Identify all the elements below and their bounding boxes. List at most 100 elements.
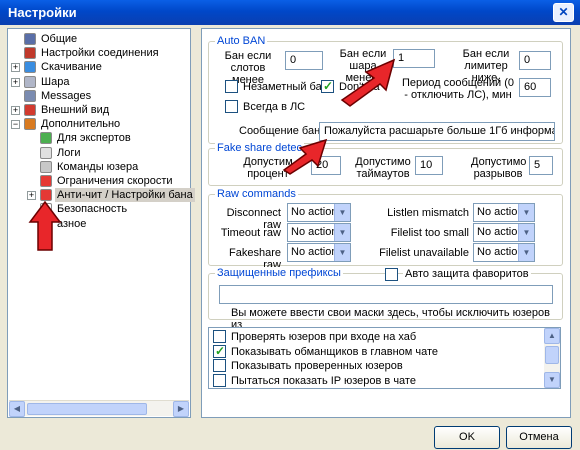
appearance-icon	[24, 104, 36, 116]
fake-ban-label: Незаметный бан	[243, 81, 328, 93]
always-pm-checkbox[interactable]	[225, 100, 238, 113]
raw-left-value: No action	[291, 246, 338, 258]
tree-item-label: Ограничения скорости	[57, 175, 173, 187]
fake-share-group: Fake share detec Допустим процент 20 Доп…	[208, 142, 563, 186]
raw-right-value: No action	[477, 246, 524, 258]
scroll-right-icon[interactable]: ▶	[173, 401, 189, 417]
scroll-thumb[interactable]	[27, 403, 147, 415]
tree-item-label: Скачивание	[41, 61, 102, 74]
raw-commands-title: Raw commands	[215, 188, 298, 201]
timeouts-field[interactable]: 10	[415, 156, 443, 175]
window-title: Настройки	[8, 5, 77, 20]
collapse-icon[interactable]: −	[11, 120, 20, 130]
option-label: Пытаться показать IP юзеров в чате	[231, 374, 416, 387]
slots-field[interactable]: 0	[285, 51, 323, 70]
messages-icon	[24, 89, 36, 102]
raw-left-value: No action	[291, 206, 338, 218]
ok-button[interactable]: OK	[434, 426, 500, 449]
tree-item-label: Команды юзера	[57, 160, 139, 173]
auto-protect-checkbox[interactable]	[385, 268, 398, 281]
option-label: Показывать обманщиков в главном чате	[231, 345, 439, 358]
auto-ban-title: Auto BAN	[215, 35, 268, 48]
gears-icon	[24, 33, 36, 45]
raw-left-select[interactable]: No action ▼	[287, 203, 351, 222]
raw-right-label: Filelist too small	[390, 227, 469, 239]
scroll-up-icon[interactable]: ▲	[544, 328, 560, 344]
tree-item-label: Для экспертов	[57, 132, 131, 145]
raw-right-select[interactable]: No action ▼	[473, 223, 535, 242]
prefixes-input[interactable]	[219, 285, 553, 304]
dropdown-arrow-icon[interactable]: ▼	[334, 244, 350, 261]
title-bar: Настройки ✕	[0, 0, 580, 25]
tree-item-label: Безопасность	[57, 203, 128, 216]
expand-icon[interactable]: +	[11, 63, 20, 73]
disconnects-label: Допустимо разрывов	[471, 156, 527, 180]
tree-horizontal-scrollbar[interactable]: ◀ ▶	[9, 400, 189, 417]
option-checkbox[interactable]	[213, 344, 226, 358]
red-arrow-tree-icon	[28, 200, 62, 251]
raw-left-value: No action	[291, 226, 338, 238]
raw-right-value: No action	[477, 226, 524, 238]
option-checkbox[interactable]	[213, 330, 226, 343]
dropdown-arrow-icon[interactable]: ▼	[334, 204, 350, 221]
scroll-left-icon[interactable]: ◀	[9, 401, 25, 417]
expand-icon[interactable]: +	[11, 77, 20, 87]
download-icon	[24, 61, 36, 74]
ban-message-field[interactable]: Пожалуйста расшарьте больше 1Гб информац…	[319, 122, 555, 141]
raw-right-value: No action	[477, 206, 524, 218]
timeouts-label: Допустимо таймаутов	[355, 156, 411, 180]
raw-right-select[interactable]: No action ▼	[473, 243, 535, 262]
raw-commands-group: Raw commands Disconnect raw No action ▼ Lis…	[208, 188, 563, 271]
share-field[interactable]: 1	[393, 49, 435, 68]
expand-icon[interactable]: +	[27, 191, 36, 201]
dropdown-arrow-icon[interactable]: ▼	[518, 204, 534, 221]
disconnects-field[interactable]: 5	[529, 156, 553, 175]
advanced-icon	[24, 118, 36, 131]
ban-message-label: Сообщение бана	[239, 125, 327, 137]
expand-icon[interactable]: +	[11, 106, 20, 115]
options-scroll-thumb[interactable]	[545, 346, 559, 364]
dropdown-arrow-icon[interactable]: ▼	[518, 224, 534, 241]
raw-left-select[interactable]: No action ▼	[287, 223, 351, 242]
options-list[interactable]: ▲ ▼ Проверять юзеров при входе на хаб Пок…	[208, 327, 561, 389]
tree-item-label: Настройки соединения	[41, 47, 159, 60]
tree-item-label: Общие	[41, 33, 78, 45]
tree-item-label: Messages	[41, 89, 92, 102]
close-button[interactable]: ✕	[553, 3, 574, 22]
tree-item-label: Дополнительно	[41, 118, 121, 131]
option-checkbox[interactable]	[213, 373, 226, 387]
raw-right-select[interactable]: No action ▼	[473, 203, 535, 222]
share-icon	[24, 75, 36, 88]
dont-ban-checkbox[interactable]	[321, 79, 334, 93]
options-scrollbar[interactable]: ▲ ▼	[544, 328, 560, 388]
red-arrow-fakeshare-icon	[282, 138, 328, 175]
period-label: Период сообщений (0 - отключить ЛС), мин	[401, 77, 515, 101]
user-commands-icon	[40, 160, 52, 173]
scroll-down-icon[interactable]: ▼	[544, 372, 560, 388]
tree-item-label: Анти-чит / Настройки бана	[55, 188, 195, 203]
connection-icon	[24, 47, 36, 60]
option-label: Проверять юзеров при входе на хаб	[231, 331, 417, 343]
red-arrow-share-icon	[340, 58, 396, 107]
raw-left-label: Timeout raw	[220, 227, 281, 239]
raw-left-select[interactable]: No action ▼	[287, 243, 351, 262]
tree-item-label: Шара	[41, 75, 70, 88]
protected-prefixes-title: Защищенные префиксы	[215, 267, 343, 280]
raw-right-label: Listlen mismatch	[387, 207, 469, 219]
dropdown-arrow-icon[interactable]: ▼	[518, 244, 534, 261]
fake-ban-checkbox[interactable]	[225, 80, 238, 93]
auto-protect-label: Авто защита фаворитов	[403, 268, 531, 280]
experts-icon	[40, 132, 52, 145]
raw-right-label: Filelist unavailable	[379, 247, 469, 259]
dropdown-arrow-icon[interactable]: ▼	[334, 224, 350, 241]
always-pm-label: Всегда в ЛС	[243, 101, 306, 113]
limiter-field[interactable]: 0	[519, 51, 551, 70]
tree-item-label: Логи	[57, 146, 81, 159]
tree-item-label: Внешний вид	[41, 104, 110, 116]
logs-icon	[40, 146, 52, 159]
cancel-button[interactable]: Отмена	[506, 426, 572, 449]
option-label: Показывать проверенных юзеров	[231, 360, 403, 372]
speed-limit-icon	[40, 175, 52, 187]
period-field[interactable]: 60	[519, 78, 551, 97]
option-checkbox[interactable]	[213, 359, 226, 372]
